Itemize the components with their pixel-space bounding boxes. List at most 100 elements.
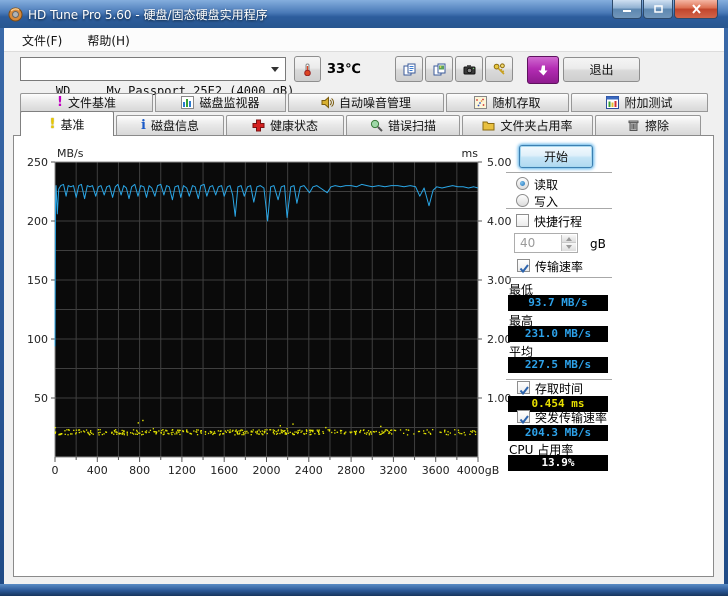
transfer-rate-checkbox[interactable]: [517, 259, 530, 274]
svg-text:150: 150: [27, 274, 48, 287]
burst-rate-value: 204.3 MB/s: [508, 425, 608, 441]
thermometer-icon: [304, 63, 311, 76]
svg-text:4000gB: 4000gB: [457, 464, 500, 477]
svg-text:250: 250: [27, 156, 48, 169]
menu-bar: 文件(F) 帮助(H): [4, 28, 724, 52]
access-time-label[interactable]: 存取时间: [535, 380, 583, 397]
svg-text:3.00: 3.00: [487, 274, 512, 287]
screenshot-button[interactable]: [455, 56, 483, 82]
speaker-icon: [321, 96, 334, 109]
tab-label: 随机存取: [492, 96, 541, 110]
bar-chart-icon: [181, 96, 195, 109]
title-bar: HD Tune Pro 5.60 - 硬盘/固态硬盘实用程序: [0, 0, 728, 28]
tab-label: 文件基准: [67, 96, 116, 110]
exit-button[interactable]: 退出: [563, 57, 640, 82]
svg-text:2800: 2800: [337, 464, 365, 477]
tab-folder-usage[interactable]: 文件夹占用率: [462, 115, 593, 136]
separator: [506, 208, 612, 209]
short-stroke-label[interactable]: 快捷行程: [534, 213, 582, 230]
drive-select-dropdown[interactable]: WD My Passport 25E2 (4000 gB): [20, 57, 294, 98]
triangle-down-icon: [566, 245, 572, 249]
short-stroke-size-input[interactable]: 40: [514, 233, 578, 253]
svg-text:400: 400: [87, 464, 108, 477]
maximize-button[interactable]: [643, 0, 673, 19]
svg-text:2400: 2400: [295, 464, 323, 477]
scatter-icon: [474, 96, 488, 109]
svg-text:50: 50: [34, 392, 48, 405]
average-value: 227.5 MB/s: [508, 357, 608, 373]
read-radio-label[interactable]: 读取: [534, 176, 558, 193]
close-button[interactable]: [674, 0, 718, 19]
copy-image-icon: [433, 63, 445, 75]
trash-icon: [628, 120, 639, 131]
app-icon: [8, 7, 23, 22]
temperature-button[interactable]: [294, 56, 321, 82]
spinner-down-button[interactable]: [561, 243, 576, 251]
svg-text:ms: ms: [462, 147, 479, 160]
minimum-value: 93.7 MB/s: [508, 295, 608, 311]
keys-icon: [493, 62, 505, 75]
camera-icon: [463, 64, 475, 74]
info-icon: i: [141, 118, 146, 133]
svg-text:100: 100: [27, 333, 48, 346]
spinner-up-button[interactable]: [561, 235, 576, 243]
separator: [506, 172, 612, 173]
maximum-value: 231.0 MB/s: [508, 326, 608, 342]
read-radio[interactable]: [516, 177, 529, 190]
tab-health[interactable]: 健康状态: [226, 115, 344, 136]
temperature-value: 33℃: [327, 62, 361, 77]
menu-file[interactable]: 文件(F): [12, 28, 72, 53]
tab-benchmark[interactable]: ! 基准: [20, 111, 114, 136]
app-window: HD Tune Pro 5.60 - 硬盘/固态硬盘实用程序 文件(F) 帮助(…: [0, 0, 728, 596]
tab-label: 健康状态: [269, 119, 318, 133]
start-button[interactable]: 开始: [519, 145, 593, 168]
cpu-usage-value: 13.9%: [508, 455, 608, 471]
svg-text:200: 200: [27, 215, 48, 228]
minimize-icon: [623, 9, 631, 12]
burst-rate-label[interactable]: 突发传输速率: [535, 409, 607, 426]
close-icon: [691, 4, 701, 14]
svg-text:1200: 1200: [168, 464, 196, 477]
exclamation-yellow-icon: !: [49, 116, 56, 132]
svg-text:3200: 3200: [379, 464, 407, 477]
short-stroke-checkbox[interactable]: [516, 214, 529, 227]
exclamation-magenta-icon: !: [57, 95, 63, 110]
benchmark-chart: 250 200 150 100 50 5.00 4.00 3.00 2.00 1.00 0 400 80…: [25, 145, 525, 485]
svg-text:2000: 2000: [253, 464, 281, 477]
tab-label: 基准: [60, 117, 85, 132]
maximize-icon: [653, 5, 663, 13]
write-radio[interactable]: [516, 194, 529, 207]
access-time-checkbox[interactable]: [517, 381, 530, 396]
svg-text:MB/s: MB/s: [57, 147, 84, 160]
short-stroke-size-value: 40: [520, 236, 536, 250]
window-title: HD Tune Pro 5.60 - 硬盘/固态硬盘实用程序: [28, 8, 268, 22]
start-label: 开始: [543, 150, 568, 164]
tab-error-scan[interactable]: 错误扫描: [346, 115, 460, 136]
extra-tests-icon: [606, 96, 620, 109]
transfer-rate-label[interactable]: 传输速率: [535, 258, 583, 275]
burst-rate-checkbox[interactable]: [517, 410, 530, 425]
copy-image-button[interactable]: [425, 56, 453, 82]
exit-label: 退出: [589, 63, 614, 77]
chevron-down-icon: [271, 67, 279, 72]
short-stroke-unit: gB: [590, 237, 606, 251]
menu-help[interactable]: 帮助(H): [77, 28, 139, 53]
triangle-up-icon: [566, 237, 572, 241]
svg-text:0: 0: [52, 464, 59, 477]
minimize-button[interactable]: [612, 0, 642, 19]
tab-label: 自动噪音管理: [338, 96, 411, 110]
window-bottom-border: [0, 584, 728, 596]
arrow-down-icon: [538, 65, 547, 75]
copy-text-button[interactable]: [395, 56, 423, 82]
save-results-button[interactable]: [527, 56, 559, 84]
options-button[interactable]: [485, 56, 513, 82]
svg-text:1600: 1600: [210, 464, 238, 477]
tab-label: 磁盘监视器: [199, 96, 260, 110]
tab-label: 文件夹占用率: [500, 119, 573, 133]
tab-erase[interactable]: 擦除: [595, 115, 701, 136]
tab-label: 擦除: [644, 119, 669, 133]
health-cross-icon: [252, 119, 265, 132]
tab-label: 附加测试: [624, 96, 673, 110]
tab-disk-info[interactable]: i 磁盘信息: [116, 115, 224, 136]
tab-row-bottom: ! 基准 i 磁盘信息 健康状态 错误扫描 文件夹占用率 擦除: [20, 110, 718, 136]
